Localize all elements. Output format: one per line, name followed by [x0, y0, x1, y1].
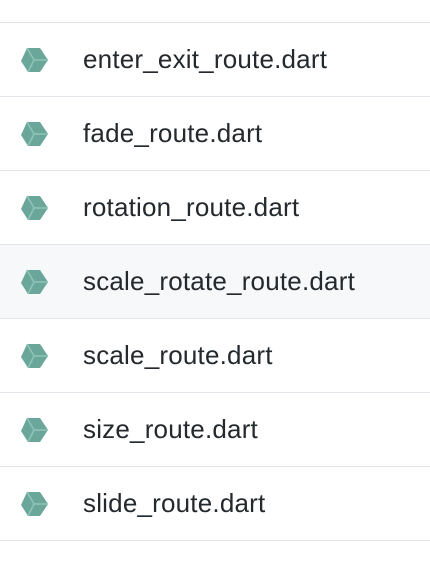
dart-file-icon [18, 488, 50, 520]
file-row-scale-route[interactable]: scale_route.dart [0, 319, 430, 393]
dart-file-icon [18, 192, 50, 224]
file-name-link[interactable]: size_route.dart [83, 414, 258, 445]
dart-file-icon [18, 118, 50, 150]
file-row-slide-route[interactable]: slide_route.dart [0, 467, 430, 541]
file-list: enter_exit_route.dart fade_route.dart ro… [0, 22, 430, 566]
file-row-fade-route[interactable]: fade_route.dart [0, 97, 430, 171]
file-name-link[interactable]: scale_route.dart [83, 340, 273, 371]
file-name-link[interactable]: slide_route.dart [83, 488, 265, 519]
dart-file-icon [18, 44, 50, 76]
dart-file-icon [18, 340, 50, 372]
file-row-enter-exit-route[interactable]: enter_exit_route.dart [0, 23, 430, 97]
file-name-link[interactable]: fade_route.dart [83, 118, 262, 149]
dart-file-icon [18, 414, 50, 446]
file-row-rotation-route[interactable]: rotation_route.dart [0, 171, 430, 245]
file-row-scale-rotate-route[interactable]: scale_rotate_route.dart [0, 245, 430, 319]
file-name-link[interactable]: enter_exit_route.dart [83, 44, 327, 75]
file-row-size-route[interactable]: size_route.dart [0, 393, 430, 467]
file-name-link[interactable]: rotation_route.dart [83, 192, 299, 223]
file-name-link[interactable]: scale_rotate_route.dart [83, 266, 355, 297]
dart-file-icon [18, 266, 50, 298]
